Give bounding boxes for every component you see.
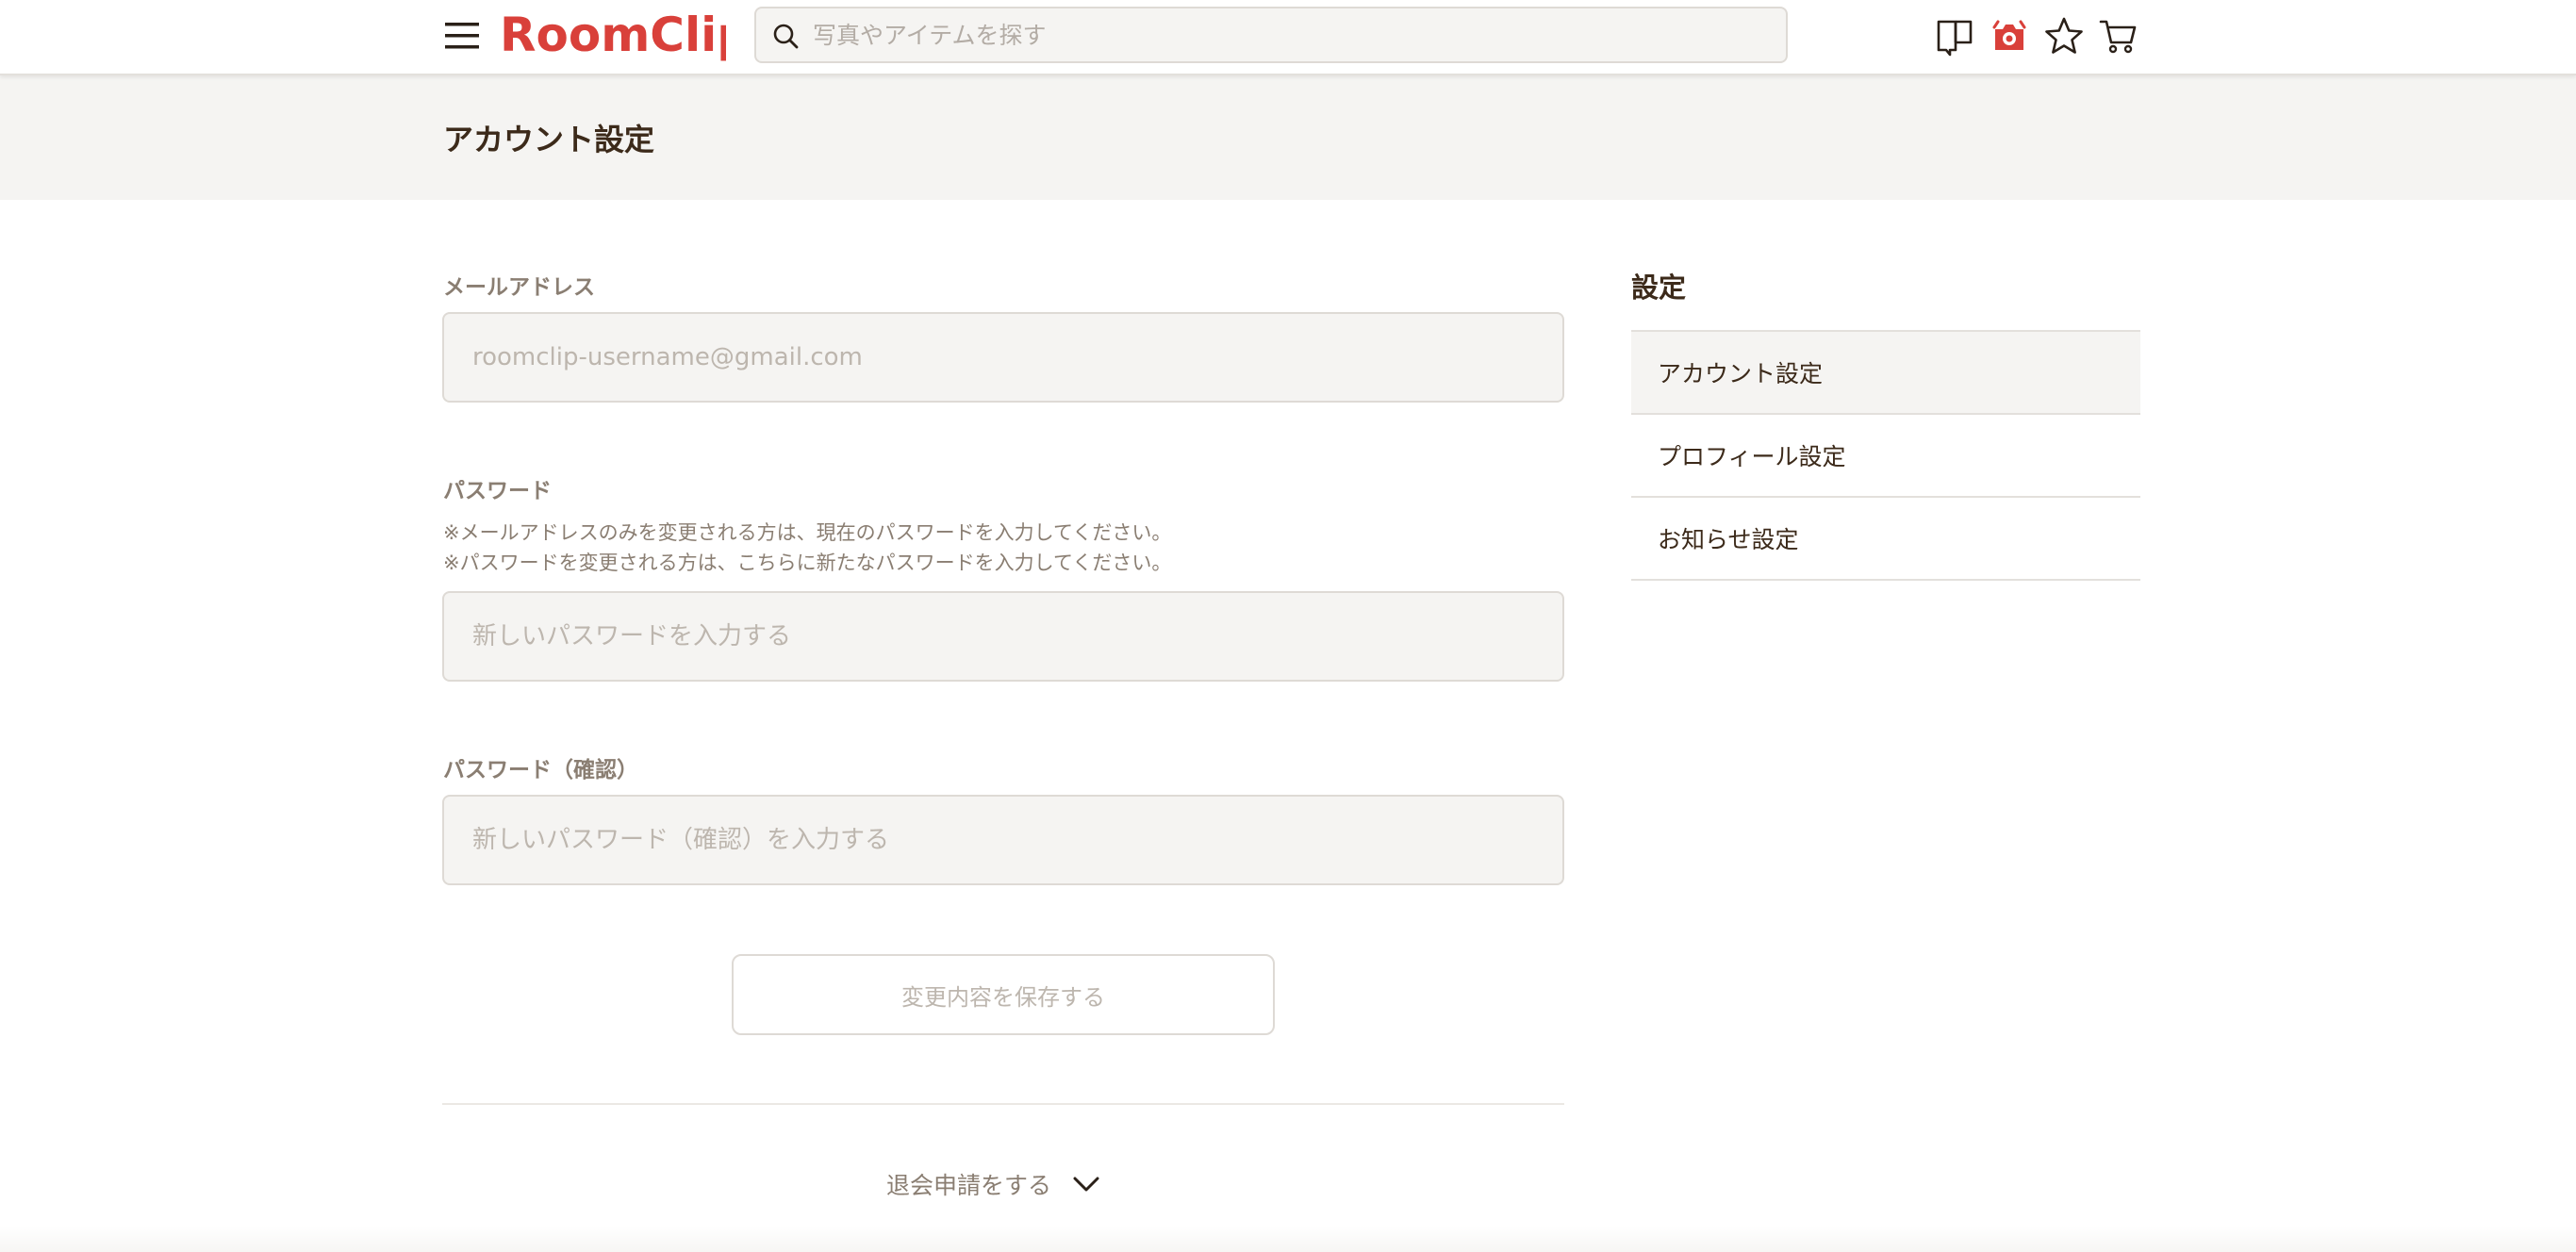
title-band: アカウント設定	[0, 75, 2576, 200]
save-button[interactable]: 変更内容を保存する	[732, 954, 1275, 1035]
footer-shade	[0, 1226, 2576, 1252]
password-confirm-label: パスワード（確認）	[443, 758, 638, 782]
search-icon	[773, 24, 799, 49]
cart-icon[interactable]	[2097, 14, 2140, 58]
withdraw-toggle[interactable]: 退会申請をする	[886, 1165, 1100, 1203]
menu-icon[interactable]	[443, 17, 481, 55]
withdraw-label: 退会申請をする	[886, 1172, 1052, 1199]
sidebar-title: 設定	[1631, 272, 1687, 304]
section-divider	[442, 1103, 1564, 1105]
sidebar-item-account[interactable]: アカウント設定	[1631, 332, 2140, 415]
magazine-icon[interactable]	[1933, 14, 1976, 58]
password-label: パスワード	[443, 479, 552, 503]
star-icon[interactable]	[2042, 14, 2086, 58]
camera-post-icon[interactable]	[1988, 14, 2031, 58]
logo-text: RoomClip	[500, 8, 726, 62]
sidebar-item-notifications[interactable]: お知らせ設定	[1631, 498, 2140, 581]
search-input[interactable]	[813, 8, 1775, 61]
roomclip-logo[interactable]: RoomClip	[500, 6, 726, 66]
password-confirm-field[interactable]	[442, 795, 1564, 885]
password-field[interactable]	[442, 591, 1564, 682]
search-bar[interactable]	[754, 7, 1788, 63]
top-header: RoomClip	[0, 0, 2576, 75]
email-label: メールアドレス	[443, 275, 595, 300]
chevron-down-icon	[1073, 1177, 1099, 1192]
settings-nav: アカウント設定 プロフィール設定 お知らせ設定	[1631, 330, 2140, 581]
page-title: アカウント設定	[443, 122, 655, 157]
sidebar-item-profile[interactable]: プロフィール設定	[1631, 415, 2140, 498]
email-field[interactable]	[442, 312, 1564, 403]
password-note-new: ※パスワードを変更される方は、こちらに新たなパスワードを入力してください。	[443, 552, 1172, 574]
password-note-current: ※メールアドレスのみを変更される方は、現在のパスワードを入力してください。	[443, 521, 1172, 544]
